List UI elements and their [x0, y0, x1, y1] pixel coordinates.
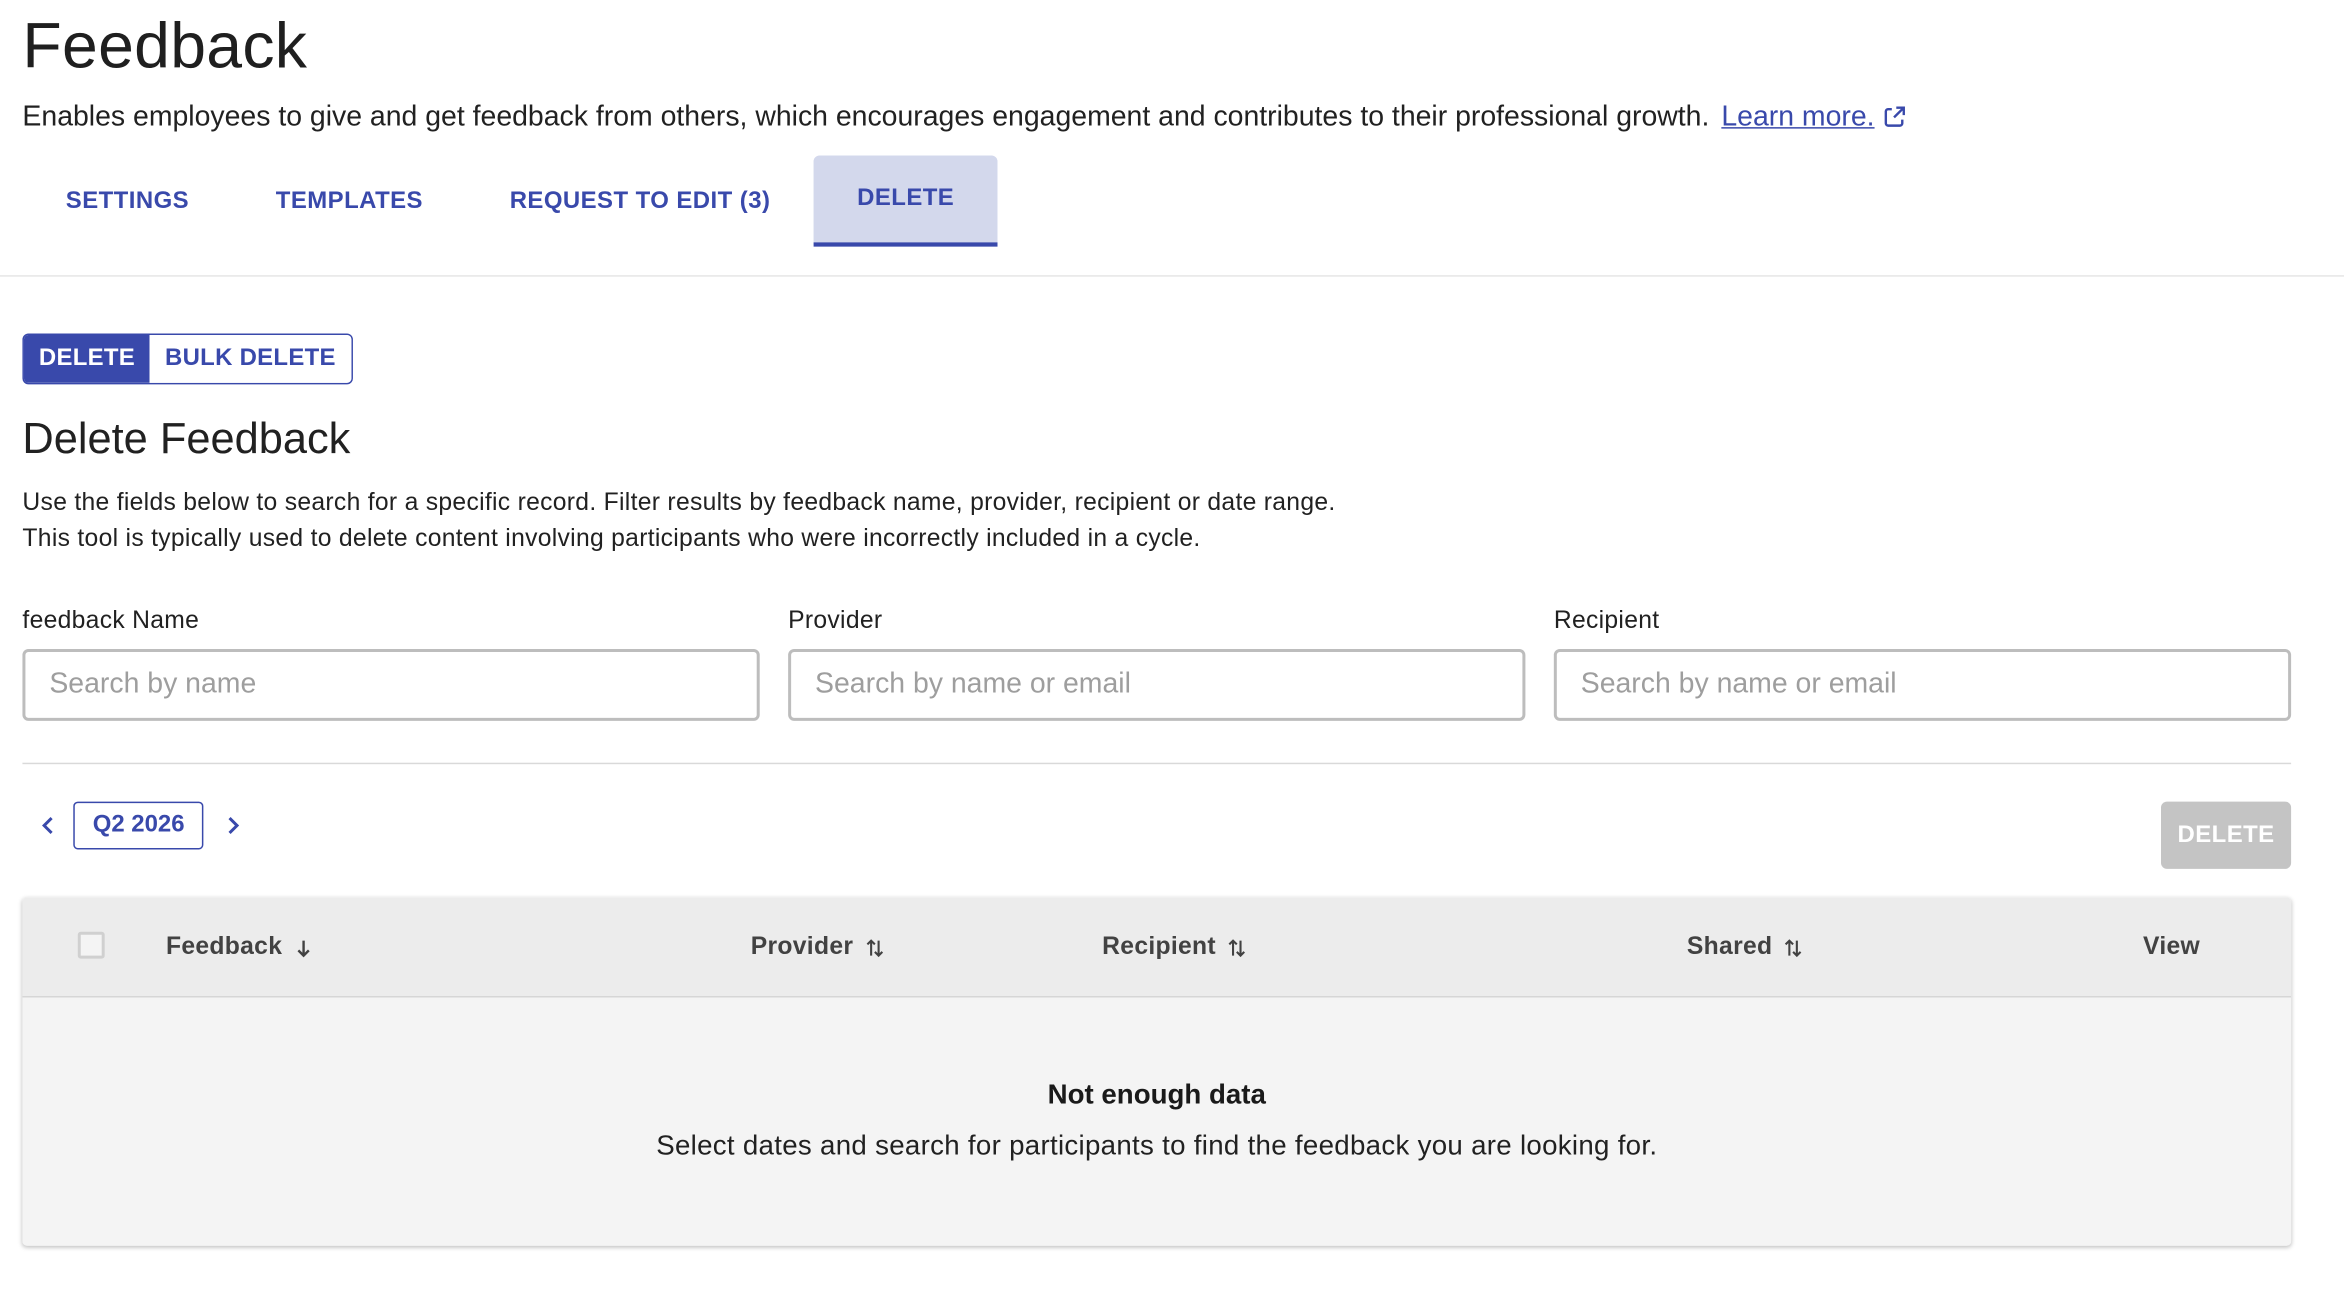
column-header-shared-label: Shared [1686, 933, 1773, 961]
page-description-text: Enables employees to give and get feedba… [22, 101, 1710, 134]
tab-templates[interactable]: TEMPLATES [232, 156, 466, 247]
column-header-provider-label: Provider [750, 933, 854, 961]
tab-delete-label: DELETE [857, 185, 955, 211]
tab-request-to-edit-label: REQUEST TO EDIT (3) [509, 187, 771, 214]
recipient-label: Recipient [1553, 607, 1660, 635]
section-description: Use the fields below to search for a spe… [22, 485, 1335, 557]
section-description-line-1: Use the fields below to search for a spe… [22, 489, 1336, 516]
empty-state-description: Select dates and search for participants… [656, 1129, 1658, 1161]
tab-templates-label: TEMPLATES [275, 187, 423, 214]
table-header: Feedback Provider Recipient Shared View [22, 897, 2292, 998]
sort-unsorted-icon [1228, 938, 1246, 957]
column-header-recipient[interactable]: Recipient [1102, 933, 1246, 961]
tab-settings-label: SETTINGS [65, 187, 190, 214]
tab-bar: SETTINGS TEMPLATES REQUEST TO EDIT (3) D… [22, 155, 998, 247]
filter-divider [22, 762, 2292, 765]
select-all-checkbox[interactable] [77, 931, 105, 959]
page-title: Feedback [22, 10, 308, 83]
column-header-feedback-label: Feedback [166, 933, 283, 961]
column-header-recipient-label: Recipient [1102, 933, 1216, 961]
section-title: Delete Feedback [22, 415, 351, 464]
table-body: Not enough data Select dates and search … [22, 997, 2292, 1246]
column-header-feedback[interactable]: Feedback [166, 933, 312, 961]
previous-period-button[interactable] [30, 808, 66, 844]
provider-label: Provider [788, 607, 883, 635]
single-delete-button[interactable]: DELETE [23, 334, 151, 383]
delete-button[interactable]: DELETE [2160, 801, 2292, 869]
learn-more-label: Learn more. [1721, 101, 1875, 134]
delete-mode-toggle: DELETE BULK DELETE [22, 333, 353, 385]
feedback-name-input[interactable] [22, 649, 760, 721]
feedback-table: Feedback Provider Recipient Shared View … [22, 897, 2292, 1246]
sort-unsorted-icon [865, 938, 883, 957]
column-header-view-label: View [2143, 933, 2201, 961]
period-selector[interactable]: Q2 2026 [73, 801, 204, 850]
provider-input[interactable] [788, 649, 1526, 721]
external-link-icon [1885, 106, 1906, 127]
feedback-name-label: feedback Name [22, 607, 200, 635]
next-period-button[interactable] [215, 808, 251, 844]
chevron-right-icon [228, 816, 240, 835]
tab-request-to-edit[interactable]: REQUEST TO EDIT (3) [466, 156, 813, 247]
feedback-page: Feedback Enables employees to give and g… [0, 0, 2344, 1291]
recipient-input[interactable] [1553, 649, 2292, 721]
bulk-delete-button[interactable]: BULK DELETE [150, 334, 351, 383]
tab-delete[interactable]: DELETE [813, 155, 998, 247]
learn-more-link[interactable]: Learn more. [1721, 102, 1907, 133]
page-description: Enables employees to give and get feedba… [22, 102, 1907, 135]
column-header-provider[interactable]: Provider [751, 933, 883, 961]
sort-unsorted-icon [1785, 938, 1802, 957]
tabs-divider [0, 275, 2344, 277]
column-header-view: View [2143, 933, 2200, 961]
section-description-line-2: This tool is typically used to delete co… [22, 524, 1201, 552]
chevron-left-icon [42, 816, 53, 835]
empty-state-title: Not enough data [1047, 1078, 1266, 1110]
column-header-shared[interactable]: Shared [1687, 933, 1802, 961]
tab-settings[interactable]: SETTINGS [22, 156, 232, 247]
sort-descending-icon [297, 939, 310, 957]
